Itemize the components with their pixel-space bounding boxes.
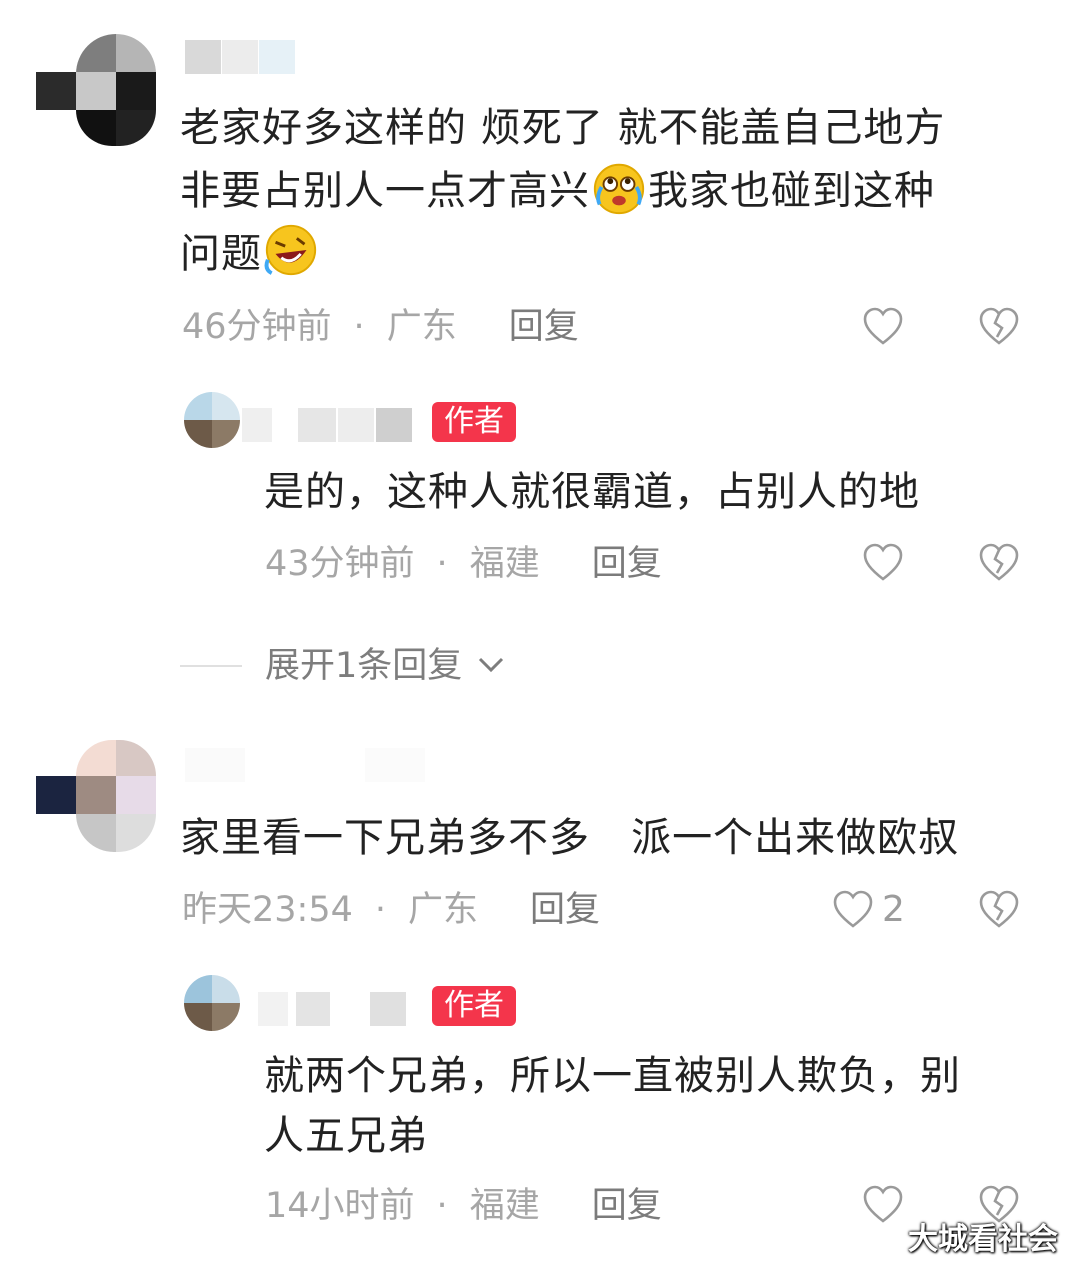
watermark: 大城看社会 xyxy=(908,1222,1058,1257)
broken-heart-icon[interactable] xyxy=(978,306,1020,346)
comment-text: 老家好多这样的 烦死了 就不能盖自己地方 非要占别人一点才高兴 我家也碰到这种 … xyxy=(180,98,1040,284)
author-username-blurred[interactable] xyxy=(258,992,408,1026)
author-avatar[interactable] xyxy=(184,975,240,1031)
reply-location: 福建 xyxy=(469,1186,540,1226)
comment-time: 昨天23:54 xyxy=(182,890,353,930)
author-badge: 作者 xyxy=(432,986,516,1026)
rolling-laughing-emoji-icon xyxy=(264,224,317,276)
reply-text: 是的，这种人就很霸道，占别人的地 xyxy=(264,462,1044,522)
comment-line: 家里看一下兄弟多不多 派一个出来做欧叔 xyxy=(180,815,960,861)
reply-button[interactable]: 回复 xyxy=(509,307,579,347)
chevron-down-icon xyxy=(479,657,504,673)
comment-line: 非要占别人一点才高兴 我家也碰到这种 xyxy=(180,158,1040,221)
comment-location: 广东 xyxy=(386,307,457,347)
reply-meta: 14小时前 · 福建 回复 xyxy=(265,1184,662,1228)
broken-heart-icon[interactable] xyxy=(978,542,1020,582)
separator: · xyxy=(374,890,387,930)
author-badge: 作者 xyxy=(432,402,516,442)
comment-text: 家里看一下兄弟多不多 派一个出来做欧叔 xyxy=(180,808,1050,868)
comment-location: 广东 xyxy=(408,890,479,930)
reply-text: 就两个兄弟，所以一直被别人欺负，别 人五兄弟 xyxy=(264,1046,1054,1166)
reply-button[interactable]: 回复 xyxy=(530,890,600,930)
reply-button[interactable]: 回复 xyxy=(592,544,662,584)
avatar[interactable] xyxy=(36,34,158,146)
expand-replies-label: 展开1条回复 xyxy=(265,646,463,686)
heart-icon[interactable] xyxy=(862,542,904,582)
separator: · xyxy=(436,1186,448,1226)
author-avatar[interactable] xyxy=(184,392,240,448)
reply-line: 是的，这种人就很霸道，占别人的地 xyxy=(264,469,920,515)
heart-icon[interactable] xyxy=(862,1184,904,1224)
reply-line: 就两个兄弟，所以一直被别人欺负，别 xyxy=(264,1053,961,1099)
like-count: 2 xyxy=(882,889,905,930)
comment-time: 46分钟前 xyxy=(182,307,332,347)
crying-laughing-emoji-icon xyxy=(593,163,645,215)
comment-meta: 46分钟前 · 广东 回复 xyxy=(182,305,579,349)
divider xyxy=(180,665,242,667)
separator: · xyxy=(436,544,448,584)
heart-icon[interactable] xyxy=(862,306,904,346)
username-blurred[interactable] xyxy=(185,748,445,782)
reply-button[interactable]: 回复 xyxy=(592,1186,662,1226)
author-username-blurred[interactable] xyxy=(242,408,418,442)
reply-time: 14小时前 xyxy=(265,1186,415,1226)
broken-heart-icon[interactable] xyxy=(978,889,1020,929)
avatar[interactable] xyxy=(36,740,158,852)
reply-time: 43分钟前 xyxy=(265,544,415,584)
comment-line: 问题 xyxy=(180,221,1040,284)
reply-meta: 43分钟前 · 福建 回复 xyxy=(265,542,662,586)
reply-location: 福建 xyxy=(469,544,540,584)
comment-line: 老家好多这样的 烦死了 就不能盖自己地方 xyxy=(180,105,946,151)
username-blurred[interactable] xyxy=(185,40,297,74)
comment-meta: 昨天23:54 · 广东 回复 xyxy=(182,888,600,932)
separator: · xyxy=(353,307,365,347)
expand-replies-button[interactable]: 展开1条回复 xyxy=(265,644,505,688)
heart-icon[interactable] xyxy=(832,889,874,929)
reply-line: 人五兄弟 xyxy=(264,1113,428,1159)
